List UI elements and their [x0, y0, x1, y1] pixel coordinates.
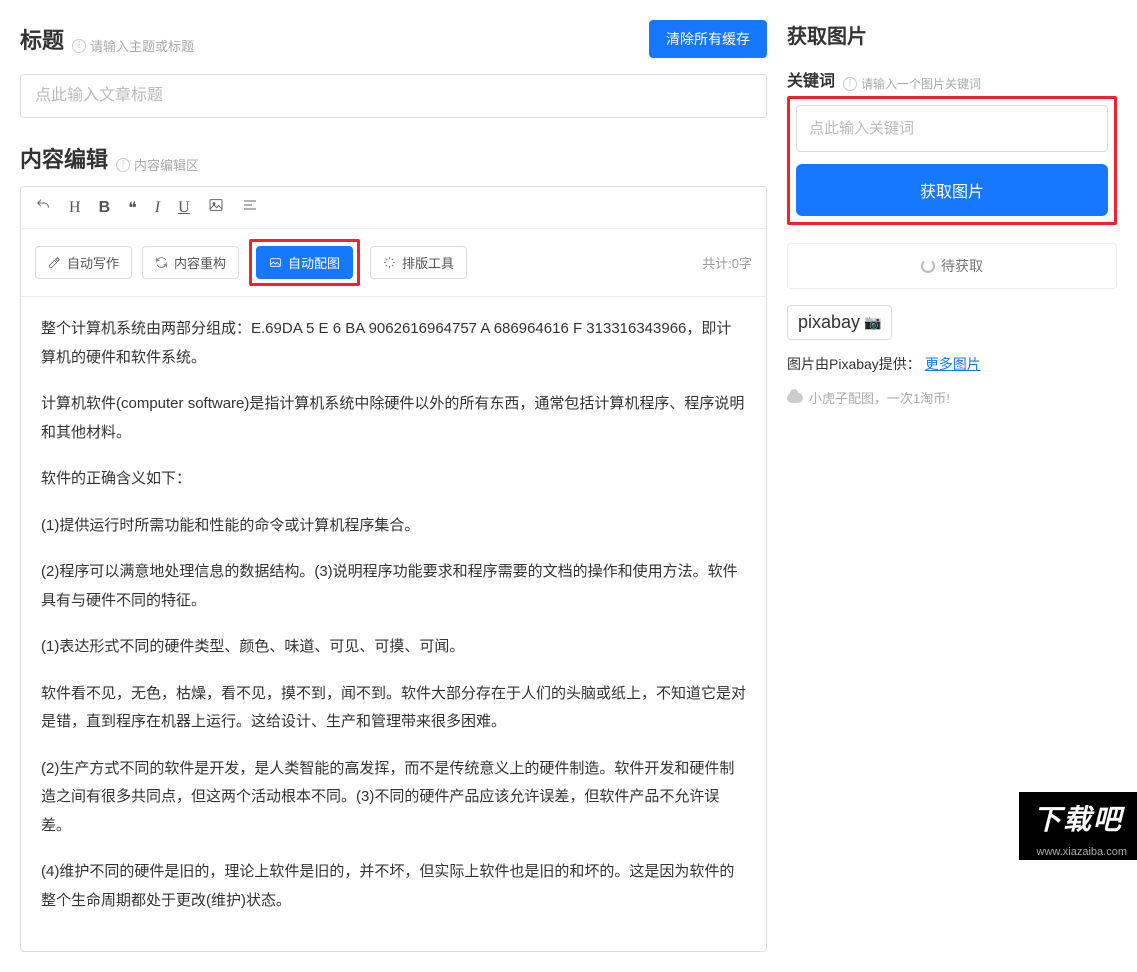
title-header: 标题 ! 请输入主题或标题 清除所有缓存 [20, 20, 767, 58]
camera-icon: 📷 [864, 314, 881, 331]
editor-paragraph: (1)提供运行时所需功能和性能的命令或计算机程序集合。 [41, 512, 746, 541]
watermark-url: www.xiazaiba.com [1019, 844, 1137, 860]
info-icon: ! [843, 77, 857, 91]
editor-paragraph: (2)生产方式不同的软件是开发，是人类智能的高发挥，而不是传统意义上的硬件制造。… [41, 755, 746, 841]
image-panel-title: 获取图片 [787, 20, 867, 49]
editor-paragraph: 计算机软件(computer software)是指计算机系统中除硬件以外的所有… [41, 390, 746, 447]
editor-paragraph: (1)表达形式不同的硬件类型、颜色、味道、可见、可摸、可闻。 [41, 633, 746, 662]
auto-image-highlight: 自动配图 [249, 239, 360, 286]
content-header: 内容编辑 ! 内容编辑区 [20, 142, 767, 174]
quote-icon[interactable]: ❝ [128, 198, 137, 218]
cloud-icon [787, 393, 803, 403]
editor-paragraph: (2)程序可以满意地处理信息的数据结构。(3)说明程序功能要求和程序需要的文档的… [41, 558, 746, 615]
auto-image-button[interactable]: 自动配图 [256, 246, 353, 279]
content-label: 内容编辑 [20, 142, 108, 174]
clear-cache-button[interactable]: 清除所有缓存 [649, 20, 767, 58]
spinner-icon [921, 259, 935, 273]
editor-paragraph: (4)维护不同的硬件是旧的，理论上软件是旧的，并不坏，但实际上软件也是旧的和坏的… [41, 858, 746, 915]
image-icon[interactable] [208, 197, 224, 218]
keyword-highlight-panel: 获取图片 [787, 96, 1117, 225]
editor-box: H B ❝ I U 自动写作 [20, 186, 767, 952]
editor-paragraph: 软件的正确含义如下： [41, 465, 746, 494]
title-hint: ! 请输入主题或标题 [72, 36, 194, 55]
editor-paragraph: 软件看不见，无色，枯燥，看不见，摸不到，闻不到。软件大部分存在于人们的头脑或纸上… [41, 680, 746, 737]
watermark: 下载吧 www.xiazaiba.com [1019, 792, 1137, 860]
italic-icon[interactable]: I [155, 199, 160, 217]
keyword-label: 关键词 [787, 67, 835, 91]
editor-paragraph: 整个计算机系统由两部分组成：E.69DA 5 E 6 BA 9062616964… [41, 315, 746, 372]
keyword-header: 关键词 ! 请输入一个图片关键词 [787, 67, 1117, 92]
layout-tools-button[interactable]: 排版工具 [370, 246, 467, 279]
format-toolbar: H B ❝ I U [21, 187, 766, 229]
pending-status: 待获取 [787, 243, 1117, 289]
bold-icon[interactable]: B [99, 199, 111, 217]
image-panel-header: 获取图片 [787, 20, 1117, 49]
heading-icon[interactable]: H [69, 199, 81, 217]
keyword-input[interactable] [796, 105, 1108, 152]
info-icon: ! [72, 39, 86, 53]
pixabay-badge: pixabay 📷 [787, 305, 892, 340]
info-icon: ! [116, 158, 130, 172]
editor-body[interactable]: 整个计算机系统由两部分组成：E.69DA 5 E 6 BA 9062616964… [21, 297, 766, 951]
undo-icon[interactable] [35, 197, 51, 218]
content-restructure-button[interactable]: 内容重构 [142, 246, 239, 279]
underline-icon[interactable]: U [178, 199, 190, 217]
keyword-hint: ! 请输入一个图片关键词 [843, 75, 981, 92]
article-title-input[interactable] [20, 74, 767, 118]
word-count: 共计:0字 [702, 253, 752, 272]
image-credit: 图片由Pixabay提供： 更多图片 [787, 354, 1117, 374]
tip-row: 小虎子配图，一次1淘币! [787, 388, 1117, 407]
more-images-link[interactable]: 更多图片 [925, 356, 981, 372]
watermark-text: 下载吧 [1019, 792, 1137, 844]
fetch-image-button[interactable]: 获取图片 [796, 164, 1108, 216]
auto-write-button[interactable]: 自动写作 [35, 246, 132, 279]
action-toolbar: 自动写作 内容重构 自动配图 排版工具 [21, 229, 766, 297]
align-left-icon[interactable] [242, 197, 258, 218]
content-hint: ! 内容编辑区 [116, 155, 199, 174]
title-label: 标题 [20, 23, 64, 55]
